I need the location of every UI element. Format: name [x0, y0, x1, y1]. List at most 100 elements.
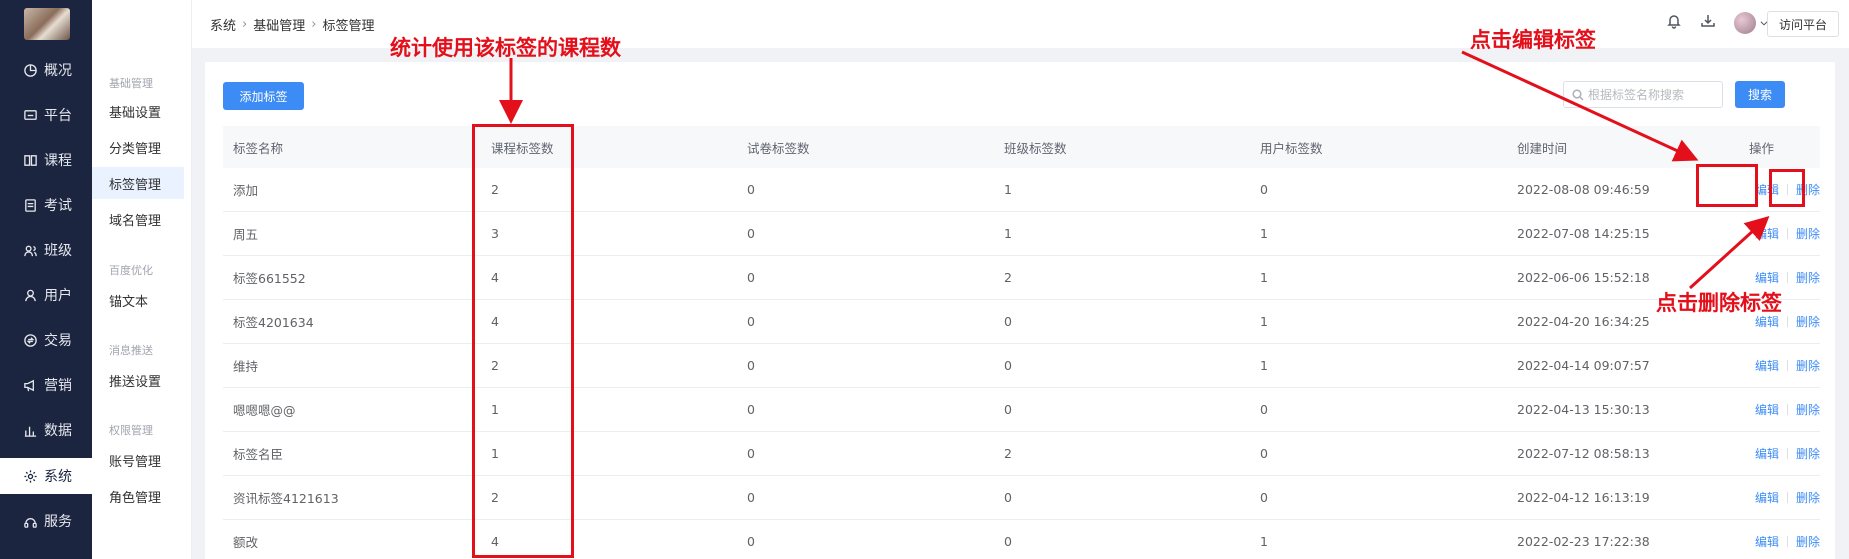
- bell-icon[interactable]: [1666, 13, 1682, 33]
- cell-paper: 0: [747, 314, 755, 329]
- cell-ops: 编辑 删除: [1705, 401, 1820, 418]
- submenu-item-base-settings[interactable]: 基础设置: [92, 95, 184, 127]
- nav-item-2[interactable]: 课程: [0, 142, 92, 178]
- cell-time: 2022-04-12 16:13:19: [1517, 490, 1650, 505]
- col-header-time: 创建时间: [1517, 140, 1568, 156]
- search-input[interactable]: [1588, 87, 1720, 102]
- nav-item-6[interactable]: 交易: [0, 322, 92, 358]
- breadcrumb: 系统 › 基础管理 › 标签管理: [210, 15, 374, 34]
- cell-ops: 编辑 删除: [1705, 269, 1820, 286]
- cell-name: 周五: [233, 227, 259, 242]
- cell-paper: 0: [747, 226, 755, 241]
- main-nav: 概况平台课程考试班级用户交易营销数据系统服务: [0, 0, 92, 559]
- submenu-item-push[interactable]: 推送设置: [92, 364, 184, 396]
- nav-item-1[interactable]: 平台: [0, 97, 92, 133]
- cell-name: 标签661552: [233, 271, 306, 286]
- nav-item-label: 交易: [44, 333, 72, 349]
- delete-link[interactable]: 删除: [1796, 401, 1820, 418]
- edit-link[interactable]: 编辑: [1755, 445, 1779, 462]
- edit-link[interactable]: 编辑: [1755, 533, 1779, 550]
- breadcrumb-system[interactable]: 系统: [210, 15, 236, 34]
- content-panel: 添加标签 搜索 标签名称 课程标签数 试卷标签数 班级标签数 用户标签数 创建时…: [205, 62, 1835, 559]
- submenu-group-seo: 百度优化: [109, 264, 153, 277]
- search-button[interactable]: 搜索: [1735, 81, 1785, 108]
- edit-link[interactable]: 编辑: [1755, 225, 1779, 242]
- divider: [1787, 404, 1788, 415]
- table-row: 标签名臣 1 0 2 0 2022-07-12 08:58:13 编辑 删除: [223, 432, 1820, 476]
- delete-link[interactable]: 删除: [1796, 269, 1820, 286]
- nav-item-9[interactable]: 系统: [0, 458, 92, 494]
- visit-platform-button[interactable]: 访问平台: [1766, 11, 1839, 37]
- col-header-user: 用户标签数: [1260, 140, 1323, 156]
- nav-item-7[interactable]: 营销: [0, 367, 92, 403]
- highlight-delete-link: [1769, 169, 1805, 207]
- cell-cls: 0: [1004, 358, 1012, 373]
- edit-link[interactable]: 编辑: [1755, 269, 1779, 286]
- nav-item-label: 课程: [44, 153, 72, 169]
- cell-paper: 0: [747, 182, 755, 197]
- submenu-item-anchor[interactable]: 锚文本: [92, 284, 184, 316]
- chevron-right-icon: ›: [242, 17, 248, 32]
- delete-link[interactable]: 删除: [1796, 489, 1820, 506]
- edit-link[interactable]: 编辑: [1755, 489, 1779, 506]
- cell-time: 2022-08-08 09:46:59: [1517, 182, 1650, 197]
- highlight-edit-link: [1696, 164, 1758, 207]
- delete-link[interactable]: 删除: [1796, 357, 1820, 374]
- submenu-item-tags[interactable]: 标签管理: [92, 167, 184, 199]
- edit-link[interactable]: 编辑: [1755, 357, 1779, 374]
- nav-item-3[interactable]: 考试: [0, 187, 92, 223]
- submenu-item-account[interactable]: 账号管理: [92, 444, 184, 476]
- cell-user: 0: [1260, 490, 1268, 505]
- cell-user: 0: [1260, 446, 1268, 461]
- download-icon[interactable]: [1700, 13, 1716, 33]
- submenu-group-push: 消息推送: [109, 344, 153, 357]
- table-row: 标签661552 4 0 2 1 2022-06-06 15:52:18 编辑 删除: [223, 256, 1820, 300]
- cell-name: 标签名臣: [233, 447, 284, 462]
- platform-icon: [22, 107, 38, 123]
- delete-link[interactable]: 删除: [1796, 445, 1820, 462]
- col-header-class: 班级标签数: [1004, 140, 1067, 156]
- delete-link[interactable]: 删除: [1796, 313, 1820, 330]
- cell-user: 0: [1260, 402, 1268, 417]
- nav-item-4[interactable]: 班级: [0, 232, 92, 268]
- cell-time: 2022-04-13 15:30:13: [1517, 402, 1650, 417]
- nav-item-10[interactable]: 服务: [0, 503, 92, 539]
- table-header: 标签名称 课程标签数 试卷标签数 班级标签数 用户标签数 创建时间 操作: [223, 126, 1820, 168]
- cell-name: 标签4201634: [233, 315, 314, 330]
- chevron-right-icon: ›: [311, 17, 317, 32]
- search-box[interactable]: [1563, 81, 1723, 108]
- divider: [1787, 272, 1788, 283]
- nav-item-5[interactable]: 用户: [0, 277, 92, 313]
- divider: [1787, 228, 1788, 239]
- cell-name: 添加: [233, 183, 259, 198]
- service-icon: [22, 513, 38, 529]
- cell-cls: 0: [1004, 534, 1012, 549]
- cell-name: 维持: [233, 359, 259, 374]
- avatar[interactable]: [1734, 12, 1756, 34]
- nav-item-label: 班级: [44, 243, 72, 259]
- delete-link[interactable]: 删除: [1796, 533, 1820, 550]
- divider: [1787, 448, 1788, 459]
- cell-paper: 0: [747, 270, 755, 285]
- nav-item-0[interactable]: 概况: [0, 52, 92, 88]
- cell-time: 2022-07-08 14:25:15: [1517, 226, 1650, 241]
- add-tag-button[interactable]: 添加标签: [223, 82, 304, 110]
- edit-link[interactable]: 编辑: [1755, 401, 1779, 418]
- annotation-course-count: 统计使用该标签的课程数: [390, 35, 621, 60]
- divider: [1787, 536, 1788, 547]
- cell-name: 嗯嗯嗯@@: [233, 403, 296, 418]
- cell-cls: 2: [1004, 270, 1012, 285]
- cell-ops: 编辑 删除: [1705, 445, 1820, 462]
- submenu-item-category[interactable]: 分类管理: [92, 131, 184, 163]
- header-actions: [1666, 12, 1769, 34]
- exam-icon: [22, 197, 38, 213]
- submenu-item-role[interactable]: 角色管理: [92, 480, 184, 512]
- table-row: 标签4201634 4 0 0 1 2022-04-20 16:34:25 编辑 删除: [223, 300, 1820, 344]
- submenu-item-domain[interactable]: 域名管理: [92, 203, 184, 235]
- user-menu[interactable]: [1734, 12, 1769, 34]
- cell-paper: 0: [747, 446, 755, 461]
- cell-paper: 0: [747, 402, 755, 417]
- breadcrumb-base[interactable]: 基础管理: [253, 15, 305, 34]
- delete-link[interactable]: 删除: [1796, 225, 1820, 242]
- nav-item-8[interactable]: 数据: [0, 412, 92, 448]
